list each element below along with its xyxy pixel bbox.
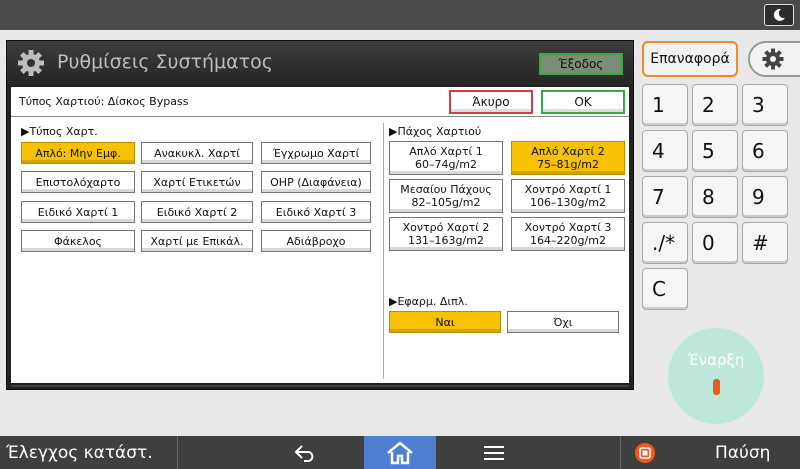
divider (383, 123, 384, 379)
panel-bottom-edge (11, 385, 629, 387)
keypad-key[interactable]: 3 (742, 84, 788, 126)
thickness-option-name: Μεσαίου Πάχους (400, 183, 492, 196)
thickness-option[interactable]: Χοντρό Χαρτί 3 164–220g/m2 (511, 217, 625, 251)
start-indicator-led (712, 379, 720, 395)
paper-type-option[interactable]: Χαρτί Ετικετών (141, 171, 253, 193)
settings-panel: Ρυθμίσεις Συστήματος Έξοδος Τύπος Χαρτιο… (6, 40, 634, 390)
keypad-key[interactable]: 8 (692, 176, 738, 218)
paper-type-option[interactable]: Απλό: Μην Εμφ. (21, 142, 135, 164)
paper-thickness-label: ▶Πάχος Χαρτιού (389, 125, 482, 138)
thickness-option-name: Χοντρό Χαρτί 2 (402, 221, 490, 234)
paper-type-option[interactable]: Χαρτί με Επικάλ. (141, 230, 253, 252)
paper-type-option[interactable]: Αδιάβροχο (261, 230, 371, 252)
stop-icon (635, 442, 655, 463)
paper-type-option[interactable]: Ανακυκλ. Χαρτί (141, 142, 253, 164)
subheader: Τύπος Χαρτιού: Δίσκος Bypass Άκυρο OK (11, 87, 629, 117)
keypad-key[interactable]: 1 (642, 84, 688, 126)
status-check-button[interactable]: Έλεγχος κατάστ. (0, 436, 178, 469)
keypad-key[interactable]: # (742, 222, 788, 264)
thickness-option-weight: 82–105g/m2 (411, 196, 481, 209)
paper-type-option[interactable]: Ειδικό Χαρτί 1 (21, 201, 135, 223)
keypad-key[interactable]: 4 (642, 130, 688, 172)
home-icon (387, 440, 413, 464)
thickness-option[interactable]: Απλό Χαρτί 2 75–81g/m2 (511, 141, 625, 175)
ok-button[interactable]: OK (541, 90, 625, 114)
back-button[interactable] (276, 436, 336, 469)
keypad-key[interactable]: 7 (642, 176, 688, 218)
keypad-key[interactable]: 0 (692, 222, 738, 264)
reset-button[interactable]: Επαναφορά (642, 41, 738, 77)
keypad-clear-key[interactable]: C (642, 268, 688, 310)
thickness-option-weight: 131–163g/m2 (408, 234, 484, 247)
panel-header: Ρυθμίσεις Συστήματος Έξοδος (7, 41, 633, 85)
pause-button[interactable]: Παύση (620, 436, 800, 469)
keypad-key[interactable]: ./* (642, 222, 688, 264)
top-status-bar (0, 0, 800, 30)
duplex-no-button[interactable]: Όχι (507, 311, 619, 333)
paper-type-option[interactable]: Ειδικό Χαρτί 3 (261, 201, 371, 223)
thickness-option-weight: 164–220g/m2 (530, 234, 606, 247)
duplex-yes-button[interactable]: Ναι (389, 311, 501, 333)
thickness-option-name: Χοντρό Χαρτί 3 (524, 221, 612, 234)
bottom-bar: Έλεγχος κατάστ. Παύση (0, 436, 800, 469)
paper-type-option[interactable]: Επιστολόχαρτο (21, 171, 135, 193)
cancel-button[interactable]: Άκυρο (449, 90, 533, 114)
thickness-option-name: Απλό Χαρτί 2 (531, 145, 605, 158)
thickness-option-weight: 75–81g/m2 (537, 158, 599, 171)
paper-type-option[interactable]: Φάκελος (21, 230, 135, 252)
thickness-option-weight: 60–74g/m2 (415, 158, 477, 171)
thickness-option[interactable]: Χοντρό Χαρτί 2 131–163g/m2 (389, 217, 503, 251)
moon-icon (773, 8, 785, 21)
thickness-option[interactable]: Απλό Χαρτί 1 60–74g/m2 (389, 141, 503, 175)
menu-button[interactable] (464, 436, 524, 469)
back-arrow-icon (294, 444, 314, 462)
start-button[interactable]: Έναρξη (668, 328, 764, 424)
paper-type-option[interactable]: Ειδικό Χαρτί 2 (141, 201, 253, 223)
thickness-option-name: Απλό Χαρτί 1 (409, 145, 483, 158)
night-mode-button[interactable] (764, 4, 794, 26)
paper-type-option[interactable]: OHP (Διαφάνεια) (261, 171, 371, 193)
keypad-key[interactable]: 9 (742, 176, 788, 218)
gear-icon (18, 50, 44, 76)
paper-type-label: ▶Τύπος Χαρτ. (21, 125, 98, 138)
paper-type-option[interactable]: Έγχρωμο Χαρτί (261, 142, 371, 164)
duplex-label: ▶Εφαρμ. Διπλ. (389, 295, 468, 308)
thickness-option-weight: 106–130g/m2 (530, 196, 606, 209)
menu-icon (484, 445, 504, 460)
pause-label: Παύση (715, 442, 771, 463)
gear-icon (762, 48, 784, 70)
thickness-option[interactable]: Μεσαίου Πάχους 82–105g/m2 (389, 179, 503, 213)
keypad-key[interactable]: 5 (692, 130, 738, 172)
thickness-option[interactable]: Χοντρό Χαρτί 1 106–130g/m2 (511, 179, 625, 213)
paper-settings-body: Τύπος Χαρτιού: Δίσκος Bypass Άκυρο OK ▶Τ… (11, 87, 629, 383)
keypad-key[interactable]: 2 (692, 84, 738, 126)
settings-button[interactable] (748, 41, 800, 77)
paper-type-tray-label: Τύπος Χαρτιού: Δίσκος Bypass (19, 95, 189, 108)
thickness-option-name: Χοντρό Χαρτί 1 (524, 183, 612, 196)
panel-title: Ρυθμίσεις Συστήματος (57, 51, 273, 73)
exit-button[interactable]: Έξοδος (539, 53, 623, 75)
start-label: Έναρξη (687, 351, 745, 369)
keypad-key[interactable]: 6 (742, 130, 788, 172)
home-button[interactable] (364, 436, 436, 469)
